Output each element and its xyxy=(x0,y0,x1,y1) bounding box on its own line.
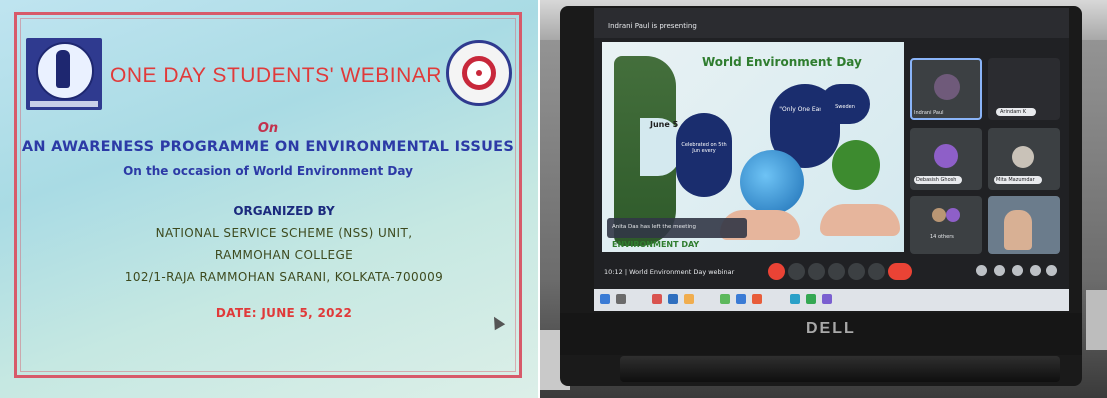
app-icon[interactable] xyxy=(652,294,662,304)
tree-image xyxy=(832,140,880,190)
app-icon[interactable] xyxy=(790,294,800,304)
info-bubble-text: Celebrated on 5th Jun every xyxy=(681,142,727,154)
app-icon[interactable] xyxy=(752,294,762,304)
start-icon[interactable] xyxy=(600,294,610,304)
participant-name: Mita Mazumdar xyxy=(996,177,1035,183)
people-icon[interactable] xyxy=(994,265,1005,276)
participant-name: Arindam K xyxy=(1000,109,1027,115)
others-count: 14 others xyxy=(930,234,954,240)
notification-text: Anita Das has left the meeting xyxy=(612,224,696,230)
info-bubble-text: Sweden xyxy=(835,104,855,110)
avatar xyxy=(946,208,960,222)
search-icon[interactable] xyxy=(616,294,626,304)
poster-college: RAMMOHAN COLLEGE xyxy=(214,248,354,262)
app-icon[interactable] xyxy=(720,294,730,304)
poster-unit: NATIONAL SERVICE SCHEME (NSS) UNIT, xyxy=(155,226,413,240)
poster-address: 102/1-RAJA RAMMOHAN SARANI, KOLKATA-7000… xyxy=(124,270,444,284)
shared-slide-title: World Environment Day xyxy=(702,55,862,69)
mic-off-button[interactable] xyxy=(768,263,785,280)
app-icon[interactable] xyxy=(668,294,678,304)
shared-slide-date: June 5 xyxy=(650,120,679,129)
info-icon[interactable] xyxy=(976,265,987,276)
hands-image xyxy=(820,204,900,236)
poster-date: DATE: JUNE 5, 2022 xyxy=(215,306,353,320)
app-icon[interactable] xyxy=(822,294,832,304)
participant-tile[interactable] xyxy=(910,196,982,254)
chrome-icon[interactable] xyxy=(806,294,816,304)
browser-icon[interactable] xyxy=(736,294,746,304)
poster-organized-by: ORGANIZED BY xyxy=(233,204,335,218)
more-options-button[interactable] xyxy=(868,263,885,280)
laptop-hinge xyxy=(620,356,1060,382)
activities-icon[interactable] xyxy=(1030,265,1041,276)
participant-name: Indrani Paul xyxy=(914,110,944,116)
desk-object xyxy=(1086,290,1107,350)
avatar xyxy=(1012,146,1034,168)
participant-name: Debasish Ghosh xyxy=(916,177,957,183)
poster-title: ONE DAY STUDENTS' WEBINAR xyxy=(110,64,442,87)
meeting-name: World Environment Day webinar xyxy=(629,268,735,276)
nss-emblem-logo xyxy=(26,38,102,110)
camera-button[interactable] xyxy=(788,263,805,280)
poster-on-label: On xyxy=(257,121,279,136)
chat-icon[interactable] xyxy=(1012,265,1023,276)
avatar xyxy=(934,144,958,168)
meeting-info: 10:12 | World Environment Day webinar xyxy=(604,268,734,276)
raise-hand-button[interactable] xyxy=(828,263,845,280)
presenter-banner: Indrani Paul is presenting xyxy=(608,22,697,30)
nss-wheel-logo xyxy=(446,40,512,106)
end-call-button[interactable] xyxy=(888,263,912,280)
present-button[interactable] xyxy=(848,263,865,280)
meeting-time: 10:12 xyxy=(604,268,623,276)
avatar xyxy=(934,74,960,100)
globe-image xyxy=(740,150,804,214)
info-bubble xyxy=(676,113,732,197)
captions-button[interactable] xyxy=(808,263,825,280)
self-video xyxy=(1004,210,1032,250)
shared-slide-footer: ENVIRONMENT DAY xyxy=(612,240,700,249)
dell-logo: DELL xyxy=(806,320,856,337)
poster-topic: AN AWARENESS PROGRAMME ON ENVIRONMENTAL … xyxy=(21,139,515,155)
lock-icon[interactable] xyxy=(1046,265,1057,276)
folder-icon[interactable] xyxy=(684,294,694,304)
avatar xyxy=(932,208,946,222)
poster-occasion: On the occasion of World Environment Day xyxy=(123,164,413,178)
